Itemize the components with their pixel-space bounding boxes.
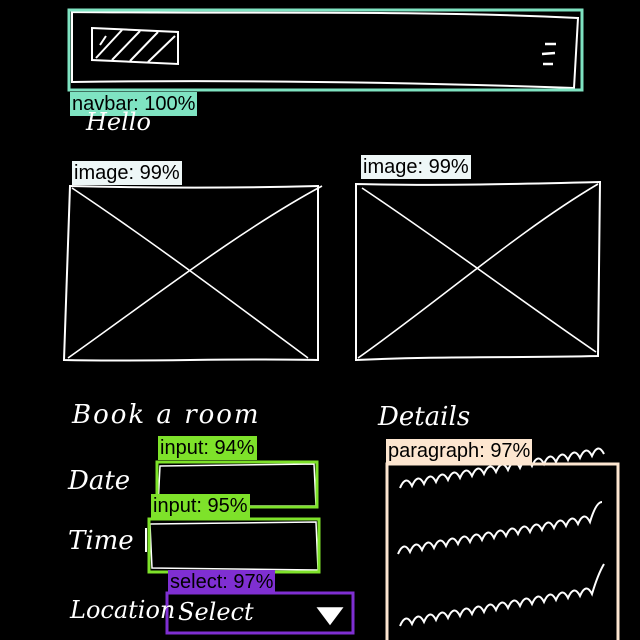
date-input-tag: input: 94%: [158, 436, 257, 460]
details-heading: Details: [378, 402, 471, 432]
location-select[interactable]: Select: [172, 596, 350, 630]
navbar[interactable]: [72, 14, 578, 86]
image-tag-1: image: 99%: [72, 161, 182, 185]
select-tag-label: select: [170, 571, 223, 593]
date-label: Date: [68, 466, 131, 496]
image-tag-label: image: [363, 156, 418, 178]
paragraph-tag-label: paragraph: [388, 440, 480, 462]
location-label: Location: [70, 596, 176, 624]
booking-heading: Book a room: [72, 400, 261, 430]
date-input-tag-score: 94%: [214, 437, 255, 459]
select-tag-score: 97%: [233, 571, 274, 593]
time-label: Time: [68, 526, 134, 556]
select-tag: select: 97%: [168, 570, 276, 594]
image-tag-label: image: [74, 162, 129, 184]
location-select-value: Select: [178, 598, 254, 626]
image-tag-score: 99%: [428, 156, 469, 178]
details-paragraph: [390, 466, 616, 640]
navbar-tag-score: 100%: [144, 93, 196, 115]
paragraph-tag: paragraph: 97%: [386, 439, 533, 463]
paragraph-tag-score: 97%: [490, 440, 531, 462]
date-input[interactable]: [162, 467, 314, 505]
image-tag-score: 99%: [139, 162, 180, 184]
greeting-text: Hello: [86, 108, 151, 136]
image-placeholder-2: [358, 184, 598, 356]
image-tag-2: image: 99%: [361, 155, 471, 179]
date-input-tag-label: input: [160, 437, 204, 459]
image-placeholder-1: [70, 186, 318, 358]
time-input[interactable]: [154, 526, 318, 568]
